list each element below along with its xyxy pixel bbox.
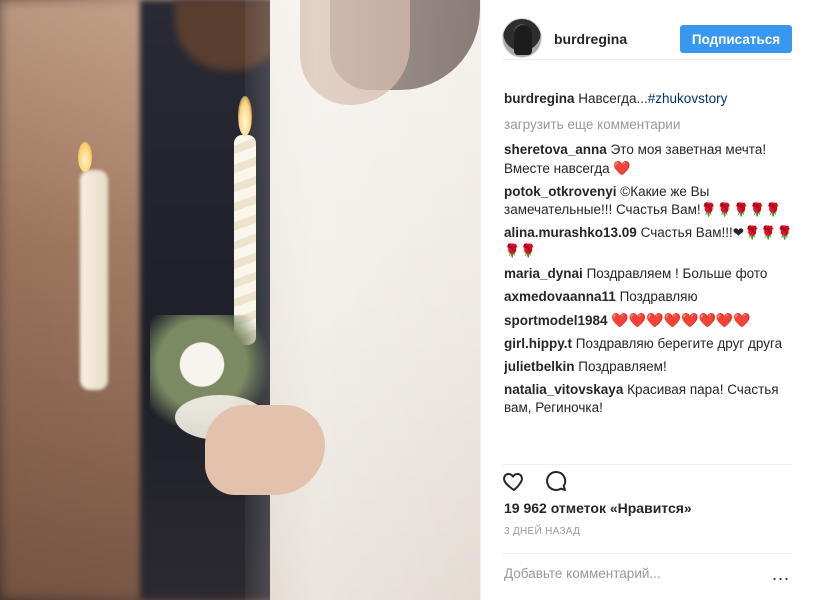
comment-item: sheretova_anna Это моя заветная мечта! В…: [504, 141, 794, 178]
comment-text: Поздравляем!: [578, 359, 667, 374]
comment-username[interactable]: julietbelkin: [504, 359, 575, 374]
photo-veil: [245, 0, 480, 600]
comment-text: Поздравляю: [619, 289, 698, 304]
comment-text: Поздравляем ! Больше фото: [586, 266, 768, 281]
comment-text: Поздравляю берегите друг друга: [575, 336, 783, 351]
comment-username[interactable]: sheretova_anna: [504, 142, 607, 157]
photo-candle-left: [80, 170, 108, 390]
post-timestamp[interactable]: 3 ДНЕЙ НАЗАД: [504, 526, 580, 537]
photo-hand: [205, 405, 325, 495]
comment-username[interactable]: maria_dynai: [504, 266, 583, 281]
comment-username[interactable]: sportmodel1984: [504, 313, 608, 328]
post-actions: [502, 464, 792, 494]
post-side-panel: burdregina Подписаться burdregina Навсег…: [480, 0, 813, 600]
comment-input[interactable]: [504, 566, 744, 581]
caption-text: Навсегда...: [578, 91, 648, 106]
comment-item: natalia_vitovskaya Красивая пара! Счасть…: [504, 381, 794, 417]
post-header: burdregina Подписаться: [502, 18, 792, 60]
comment-username[interactable]: axmedovaanna11: [504, 289, 616, 304]
comments-list: burdregina Навсегда...#zhukovstory загру…: [504, 90, 794, 450]
comment-username[interactable]: alina.murashko13.09: [504, 225, 637, 240]
comment-emoji: ❤️: [613, 160, 631, 176]
more-options-icon[interactable]: ...: [772, 564, 790, 585]
photo-candle-right: [234, 135, 256, 345]
caption-username[interactable]: burdregina: [504, 91, 575, 106]
comment-username[interactable]: potok_otkrovenyi: [504, 184, 617, 199]
comment-item: girl.hippy.t Поздравляю берегите друг др…: [504, 335, 794, 353]
comment-emoji: 🌹🌹🌹🌹🌹: [700, 202, 782, 217]
comment-item: sportmodel1984 ❤️❤️❤️❤️❤️❤️❤️❤️: [504, 311, 794, 330]
comment-username[interactable]: girl.hippy.t: [504, 336, 572, 351]
comment-item: potok_otkrovenyi ©Какие же Вы замечатель…: [504, 183, 794, 219]
photo-flame-left: [78, 142, 92, 172]
post-photo[interactable]: [0, 0, 480, 600]
add-comment-section: ...: [502, 553, 792, 593]
heart-outline-icon[interactable]: [502, 469, 526, 493]
avatar-silhouette: [514, 25, 532, 55]
comment-text: Счастья Вам!!!❤: [640, 225, 745, 240]
comment-item: julietbelkin Поздравляем!: [504, 358, 794, 376]
avatar[interactable]: [502, 18, 542, 58]
likes-count[interactable]: 19 962 отметок «Нравится»: [504, 500, 692, 516]
header-username[interactable]: burdregina: [554, 31, 627, 47]
load-more-comments-link[interactable]: загрузить еще комментарии: [504, 116, 794, 134]
comment-item: alina.murashko13.09 Счастья Вам!!!❤🌹🌹🌹🌹🌹: [504, 224, 794, 260]
speech-bubble-icon[interactable]: [544, 469, 568, 493]
caption-hashtag[interactable]: #zhukovstory: [648, 91, 728, 106]
photo-flame-right: [238, 96, 252, 136]
comment-username[interactable]: natalia_vitovskaya: [504, 382, 623, 397]
comment-item: axmedovaanna11 Поздравляю: [504, 288, 794, 306]
comment-emoji: ❤️❤️❤️❤️❤️❤️❤️❤️: [611, 312, 751, 328]
comment-item: maria_dynai Поздравляем ! Больше фото: [504, 265, 794, 283]
follow-button[interactable]: Подписаться: [680, 25, 792, 53]
post-caption: burdregina Навсегда...#zhukovstory: [504, 90, 794, 108]
